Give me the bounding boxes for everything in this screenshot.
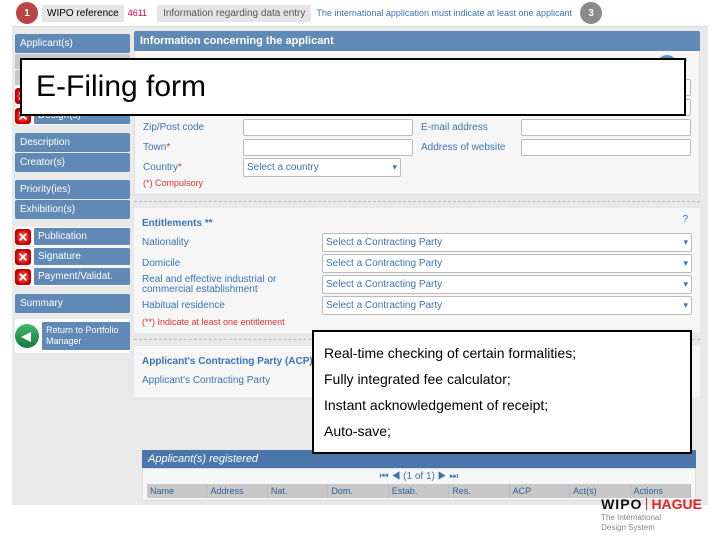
field-label: E-mail address [421,122,521,133]
sidebar-item-applicant-s-[interactable]: Applicant(s) [15,34,130,53]
feature-line: Real-time checking of certain formalitie… [324,340,680,366]
col-header[interactable]: Dom. [328,484,388,498]
field-label: Zip/Post code [143,122,243,133]
address-of-website-input[interactable] [521,139,691,156]
entitlement-note: (**) Indicate at least one entitlement [142,317,692,327]
chevron-down-icon: ▾ [392,162,397,173]
field-label: Real and effective industrial or commerc… [142,275,322,295]
chevron-down-icon: ▾ [683,237,688,248]
col-header[interactable]: Estab. [389,484,449,498]
info-text: The international application must indic… [316,8,572,18]
col-header[interactable]: Nat. [268,484,328,498]
entitlements-panel: ? Entitlements ** NationalitySelect a Co… [134,208,700,333]
pager[interactable]: ⏮ ◀ (1 of 1) ▶ ⏭ [147,471,691,482]
contracting-party-select[interactable]: Select a Contracting Party▾ [322,275,692,294]
field-label: Habitual residence [142,301,322,311]
close-icon [15,229,31,245]
feature-line: Fully integrated fee calculator; [324,366,680,392]
sidebar-item-exhibition-s-[interactable]: Exhibition(s) [15,200,130,219]
top-stepper: 1 WIPO reference 4611 Information regard… [12,0,708,27]
info-label: Information regarding data entry [157,5,311,22]
chevron-down-icon: ▾ [683,300,688,311]
return-portfolio[interactable]: Return to Portfolio Manager [15,319,130,353]
country-label: Country* [143,162,243,173]
close-icon [15,269,31,285]
sidebar-item-signature[interactable]: Signature [15,247,130,266]
sidebar-item-priority-ies-[interactable]: Priority(ies) [15,180,130,199]
wipo-ref-label: WIPO reference [42,5,124,22]
feature-line: Auto-save; [324,418,680,444]
compulsory-note: (*) Compulsory [143,178,691,188]
wipo-ref-value: 4611 [128,8,147,18]
sidebar-item-publication[interactable]: Publication [15,227,130,246]
col-header[interactable]: Res. [449,484,509,498]
country-select[interactable]: Select a country▾ [243,158,401,177]
col-header[interactable]: ACP [510,484,570,498]
col-header[interactable]: Address [207,484,267,498]
features-box: Real-time checking of certain formalitie… [312,330,692,454]
town-input[interactable] [243,139,413,156]
zip-post-code-input[interactable] [243,119,413,136]
contracting-party-select[interactable]: Select a Contracting Party▾ [322,254,692,273]
chevron-down-icon: ▾ [683,258,688,269]
applicants-registered: Applicant(s) registered ⏮ ◀ (1 of 1) ▶ ⏭… [142,450,696,501]
section-header: Information concerning the applicant [134,31,700,51]
slide-title: E-Filing form [20,58,686,116]
e-mail-address-input[interactable] [521,119,691,136]
sidebar-item-payment-validat-[interactable]: Payment/Validat. [15,267,130,286]
sidebar-item-creator-s-[interactable]: Creator(s) [15,153,130,172]
return-icon [15,324,39,348]
col-header[interactable]: Name [147,484,207,498]
contracting-party-select[interactable]: Select a Contracting Party▾ [322,296,692,315]
chevron-down-icon: ▾ [683,279,688,290]
close-icon [15,249,31,265]
feature-line: Instant acknowledgement of receipt; [324,392,680,418]
sidebar-item-summary[interactable]: Summary [15,294,130,313]
help-icon[interactable]: ? [682,214,688,225]
field-label: Domicile [142,259,322,269]
contracting-party-select[interactable]: Select a Contracting Party▾ [322,233,692,252]
step-1-circle: 1 [16,2,38,24]
step-3-circle: 3 [580,2,602,24]
field-label: Address of website [421,142,521,153]
brand-footer: WIPOHAGUE The International Design Syste… [601,496,702,532]
sidebar-item-description[interactable]: Description [15,133,130,152]
field-label: Nationality [142,238,322,248]
field-label: Town* [143,142,243,153]
entitlements-title: Entitlements ** [142,218,692,229]
acp-label: Applicant's Contracting Party [142,375,322,386]
